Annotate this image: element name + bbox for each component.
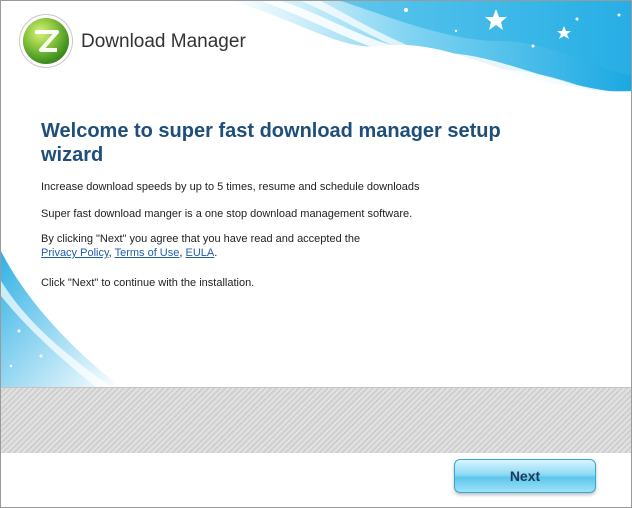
- agreement-line: By clicking "Next" you agree that you ha…: [41, 233, 361, 245]
- privacy-policy-link[interactable]: Privacy Policy: [41, 247, 109, 259]
- next-button[interactable]: Next: [454, 459, 596, 493]
- app-logo-icon: [23, 18, 69, 64]
- feature-line: Increase download speeds by up to 5 time…: [41, 181, 420, 193]
- description-line: Super fast download manger is a one stop…: [41, 208, 413, 220]
- window-title: Download Manager: [81, 31, 246, 52]
- link-period: .: [214, 247, 218, 259]
- continue-instruction: Click "Next" to continue with the instal…: [41, 277, 255, 289]
- welcome-content: Welcome to super fast download manager s…: [41, 119, 561, 289]
- page-heading: Welcome to super fast download manager s…: [41, 120, 501, 166]
- hatched-divider: [1, 387, 631, 454]
- header-wave-decoration: [231, 1, 631, 111]
- eula-link[interactable]: EULA: [186, 247, 215, 259]
- terms-of-use-link[interactable]: Terms of Use: [115, 247, 180, 259]
- legal-links: Privacy Policy, Terms of Use, EULA.: [41, 247, 561, 259]
- installer-window: Download Manager Welcome to super fast d…: [0, 0, 632, 508]
